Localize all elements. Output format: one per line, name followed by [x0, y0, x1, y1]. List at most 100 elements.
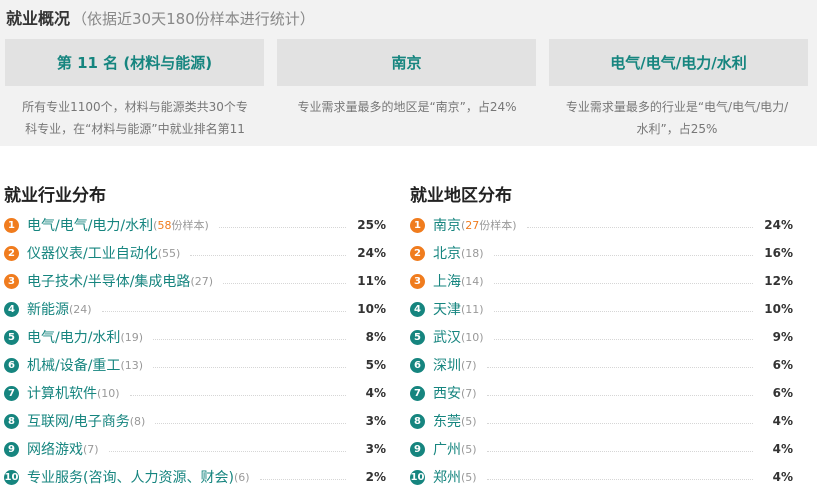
sample-count: (10): [461, 330, 484, 344]
percentage: 16%: [764, 246, 793, 260]
dotted-leader: [493, 254, 753, 256]
rank-badge: 3: [410, 273, 425, 289]
rank-badge: 10: [410, 469, 425, 485]
sample-count-suffix: 份样本): [171, 219, 209, 232]
overview-subtitle: （依据近30天180份样本进行统计）: [72, 10, 315, 28]
dotted-leader: [155, 422, 346, 424]
percentage: 10%: [764, 302, 793, 316]
industry-name-link[interactable]: 新能源: [27, 299, 69, 319]
industry-row: 10 专业服务(咨询、人力资源、财会) (6) 2%: [4, 463, 386, 491]
percentage: 24%: [357, 246, 386, 260]
industry-name-link[interactable]: 机械/设备/重工: [27, 355, 120, 375]
region-name-link[interactable]: 西安: [433, 383, 461, 403]
industry-name-link[interactable]: 网络游戏: [27, 439, 83, 459]
sample-count: (5): [461, 442, 477, 456]
region-name-link[interactable]: 深圳: [433, 355, 461, 375]
dotted-leader: [153, 366, 346, 368]
percentage: 3%: [365, 442, 386, 456]
rank-description-line2: 科专业，在“材料与能源”中就业排名第11: [25, 122, 245, 136]
percentage: 5%: [365, 358, 386, 372]
industry-list: 1 电气/电气/电力/水利 (58份样本) 25% 2 仪器仪表/工业自动化 (55) 24%…: [4, 211, 386, 491]
industry-name-link[interactable]: 计算机软件: [27, 383, 97, 403]
percentage: 4%: [365, 386, 386, 400]
overview-title-text: 就业概况: [6, 9, 71, 28]
overview-title: 就业概况 （依据近30天180份样本进行统计）: [6, 5, 315, 29]
industry-row: 3 电子技术/半导体/集成电路 (27) 11%: [4, 267, 386, 295]
region-name-link[interactable]: 郑州: [433, 467, 461, 487]
dotted-leader: [153, 338, 346, 340]
industry-name-link[interactable]: 互联网/电子商务: [27, 411, 130, 431]
industry-row: 6 机械/设备/重工 (13) 5%: [4, 351, 386, 379]
region-description: 专业需求量最多的地区是“南京”，占24%: [274, 96, 540, 118]
industry-row: 4 新能源 (24) 10%: [4, 295, 386, 323]
rank-badge: 9: [410, 441, 425, 457]
sample-count: (58份样本): [153, 217, 209, 233]
percentage: 11%: [357, 274, 386, 288]
overview-panel: 就业概况 （依据近30天180份样本进行统计） 第 11 名 (材料与能源) 南京…: [0, 0, 817, 146]
rank-description-line1: 所有专业1100个，材料与能源类共30个专: [22, 100, 248, 114]
region-name-link[interactable]: 东莞: [433, 411, 461, 431]
region-name-link[interactable]: 北京: [433, 243, 461, 263]
rank-badge: 10: [4, 469, 19, 485]
region-name-link[interactable]: 广州: [433, 439, 461, 459]
rank-badge: 8: [4, 413, 19, 429]
industry-name-link[interactable]: 仪器仪表/工业自动化: [27, 243, 158, 263]
sample-count: (5): [461, 414, 477, 428]
industry-section-title: 就业行业分布: [4, 186, 106, 206]
dotted-leader: [493, 338, 753, 340]
sample-count: (18): [461, 246, 484, 260]
region-section-title: 就业地区分布: [410, 186, 512, 206]
sample-count: (14): [461, 274, 484, 288]
sample-count: (7): [461, 358, 477, 372]
industry-row: 8 互联网/电子商务 (8) 3%: [4, 407, 386, 435]
dotted-leader: [190, 254, 346, 256]
rank-badge: 9: [4, 441, 19, 457]
percentage: 12%: [764, 274, 793, 288]
sample-count: (8): [129, 414, 146, 428]
dotted-leader: [493, 282, 753, 284]
region-name-link[interactable]: 武汉: [433, 327, 461, 347]
rank-card: 第 11 名 (材料与能源): [5, 39, 264, 86]
region-name-link[interactable]: 上海: [433, 271, 461, 291]
sample-count: (10): [97, 386, 120, 400]
region-row: 9 广州 (5) 4%: [410, 435, 793, 463]
sample-count: (55): [157, 246, 181, 260]
region-row: 10 郑州 (5) 4%: [410, 463, 793, 491]
rank-badge: 5: [4, 329, 19, 345]
dotted-leader: [101, 310, 346, 312]
percentage: 10%: [357, 302, 386, 316]
percentage: 4%: [772, 442, 793, 456]
sample-count: (11): [461, 302, 484, 316]
rank-badge: 2: [410, 245, 425, 261]
sample-count: (13): [120, 358, 144, 372]
rank-badge: 7: [410, 385, 425, 401]
dotted-leader: [486, 478, 753, 480]
rank-badge: 2: [4, 245, 19, 261]
rank-badge: 3: [4, 273, 19, 289]
region-row: 1 南京 (27份样本) 24%: [410, 211, 793, 239]
industry-name-link[interactable]: 专业服务(咨询、人力资源、财会): [27, 467, 234, 487]
percentage: 2%: [365, 470, 386, 484]
sample-count: (27份样本): [461, 217, 517, 233]
rank-badge: 1: [4, 217, 19, 233]
sample-count: (5): [461, 470, 477, 484]
rank-badge: 7: [4, 385, 19, 401]
percentage: 9%: [772, 330, 793, 344]
rank-badge: 4: [410, 301, 425, 317]
top-region-card: 南京: [277, 39, 536, 86]
industry-name-link[interactable]: 电气/电力/水利: [27, 327, 120, 347]
rank-badge: 5: [410, 329, 425, 345]
sample-count-value: 58: [157, 219, 172, 232]
industry-name-link[interactable]: 电气/电气/电力/水利: [27, 215, 153, 235]
dotted-leader: [223, 282, 346, 284]
region-name-link[interactable]: 天津: [433, 299, 461, 319]
region-name-link[interactable]: 南京: [433, 215, 461, 235]
percentage: 4%: [772, 414, 793, 428]
dotted-leader: [526, 226, 753, 228]
rank-badge: 6: [410, 357, 425, 373]
industry-description: 专业需求量最多的行业是“电气/电气/电力/ 水利”，占25%: [544, 96, 810, 140]
sample-count-value: 27: [465, 219, 480, 232]
industry-name-link[interactable]: 电子技术/半导体/集成电路: [27, 271, 190, 291]
industry-row: 9 网络游戏 (7) 3%: [4, 435, 386, 463]
rank-badge: 1: [410, 217, 425, 233]
